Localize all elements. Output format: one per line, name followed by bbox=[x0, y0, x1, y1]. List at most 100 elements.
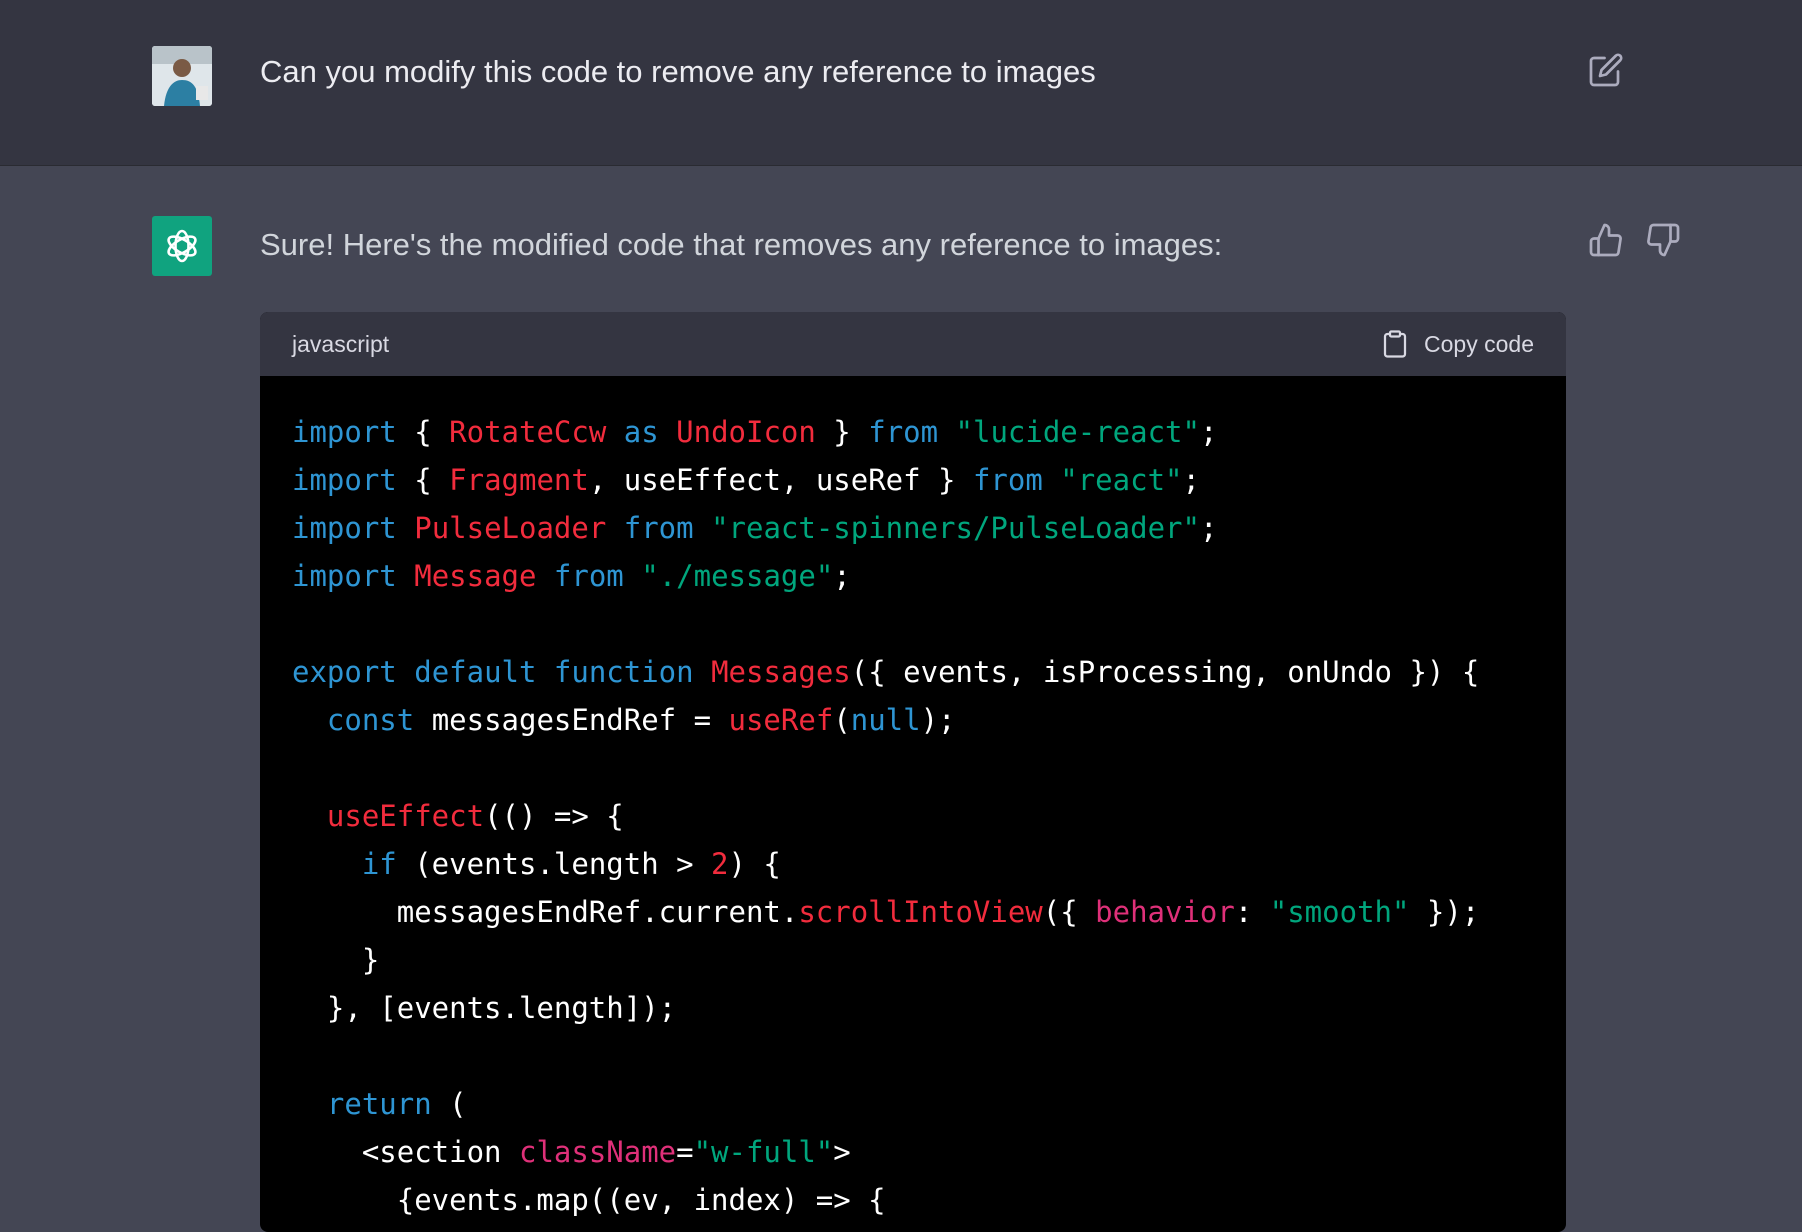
code-token: export bbox=[292, 655, 397, 689]
code-token: RotateCcw bbox=[449, 415, 607, 449]
code-token: = bbox=[676, 1135, 694, 1169]
code-line: return ( bbox=[292, 1080, 1534, 1128]
code-token: behavior bbox=[1095, 895, 1235, 929]
code-token: "w-full" bbox=[693, 1135, 834, 1169]
code-line: } bbox=[292, 936, 1534, 984]
code-token: Fragment bbox=[449, 463, 589, 497]
code-line: const messagesEndRef = useRef(null); bbox=[292, 696, 1534, 744]
code-token: as bbox=[623, 415, 659, 449]
user-message-row: Can you modify this code to remove any r… bbox=[0, 0, 1802, 166]
thumbs-up-icon[interactable] bbox=[1588, 222, 1624, 258]
code-token: ({ bbox=[1042, 895, 1096, 929]
code-token: useRef bbox=[728, 703, 834, 737]
code-line: {events.map((ev, index) => { bbox=[292, 1176, 1534, 1224]
code-token: useEffect bbox=[326, 799, 485, 833]
code-token: { bbox=[396, 463, 450, 497]
code-token: , useEffect, useRef } bbox=[588, 463, 973, 497]
code-token: from bbox=[972, 463, 1043, 497]
user-avatar bbox=[152, 46, 212, 106]
code-token: scrollIntoView bbox=[798, 895, 1043, 929]
code-token: (events.length > bbox=[396, 847, 712, 881]
code-token: }); bbox=[1409, 895, 1480, 929]
code-token: } bbox=[292, 943, 380, 977]
code-line: import { RotateCcw as UndoIcon } from "l… bbox=[292, 408, 1534, 456]
code-token: PulseLoader bbox=[414, 511, 607, 545]
code-token: } bbox=[815, 415, 869, 449]
copy-code-label: Copy code bbox=[1424, 330, 1534, 357]
clipboard-icon bbox=[1383, 330, 1407, 358]
code-header: javascript Copy code bbox=[260, 312, 1566, 376]
code-token: ( bbox=[431, 1087, 467, 1121]
code-body: import { RotateCcw as UndoIcon } from "l… bbox=[260, 376, 1566, 1232]
code-token: function bbox=[553, 655, 694, 689]
openai-logo-icon bbox=[152, 216, 212, 276]
code-token: return bbox=[326, 1087, 432, 1121]
code-token: import bbox=[292, 463, 397, 497]
code-token: from bbox=[868, 415, 939, 449]
code-token: ({ events, isProcessing, onUndo }) { bbox=[850, 655, 1480, 689]
code-line: <section className="w-full"> bbox=[292, 1128, 1534, 1176]
code-token: "smooth" bbox=[1269, 895, 1410, 929]
code-token: if bbox=[361, 847, 397, 881]
thumbs-down-icon[interactable] bbox=[1645, 222, 1681, 258]
code-token: UndoIcon bbox=[676, 415, 816, 449]
code-token: "react-spinners/PulseLoader" bbox=[711, 511, 1200, 545]
code-token: (() => { bbox=[484, 799, 624, 833]
code-token: { bbox=[396, 415, 450, 449]
code-token: Messages bbox=[711, 655, 851, 689]
code-token: ( bbox=[833, 703, 851, 737]
code-token: <section bbox=[292, 1135, 519, 1169]
code-token: messagesEndRef = bbox=[414, 703, 729, 737]
code-token: ); bbox=[920, 703, 956, 737]
code-token: : bbox=[1234, 895, 1270, 929]
code-block: javascript Copy code import { RotateCcw … bbox=[260, 312, 1566, 1232]
code-token: import bbox=[292, 559, 397, 593]
copy-code-button[interactable]: Copy code bbox=[1380, 329, 1534, 359]
code-token: ; bbox=[1199, 511, 1218, 545]
code-token: import bbox=[292, 511, 397, 545]
code-token: "react" bbox=[1060, 463, 1183, 497]
code-line: }, [events.length]); bbox=[292, 984, 1534, 1032]
code-token: className bbox=[518, 1135, 677, 1169]
code-line: useEffect(() => { bbox=[292, 792, 1534, 840]
code-token: ; bbox=[833, 559, 851, 593]
code-token: Message bbox=[414, 559, 537, 593]
code-line: import Message from "./message"; bbox=[292, 552, 1534, 600]
code-token: null bbox=[850, 703, 921, 737]
code-token: default bbox=[414, 655, 537, 689]
code-line: export default function Messages({ event… bbox=[292, 648, 1534, 696]
code-token: "lucide-react" bbox=[955, 415, 1200, 449]
code-token: const bbox=[326, 703, 415, 737]
code-token: }, [events.length]); bbox=[292, 991, 677, 1025]
code-token: > bbox=[833, 1135, 851, 1169]
code-line: import PulseLoader from "react-spinners/… bbox=[292, 504, 1534, 552]
code-token: "./message" bbox=[641, 559, 834, 593]
code-token: messagesEndRef.current. bbox=[292, 895, 799, 929]
code-line: if (events.length > 2) { bbox=[292, 840, 1534, 888]
code-language-label: javascript bbox=[292, 330, 390, 357]
edit-icon[interactable] bbox=[1588, 52, 1624, 88]
user-message-text: Can you modify this code to remove any r… bbox=[260, 54, 1096, 89]
assistant-message-text: Sure! Here's the modified code that remo… bbox=[260, 227, 1223, 262]
code-line: messagesEndRef.current.scrollIntoView({ … bbox=[292, 888, 1534, 936]
code-token: import bbox=[292, 415, 397, 449]
code-token: ; bbox=[1199, 415, 1218, 449]
